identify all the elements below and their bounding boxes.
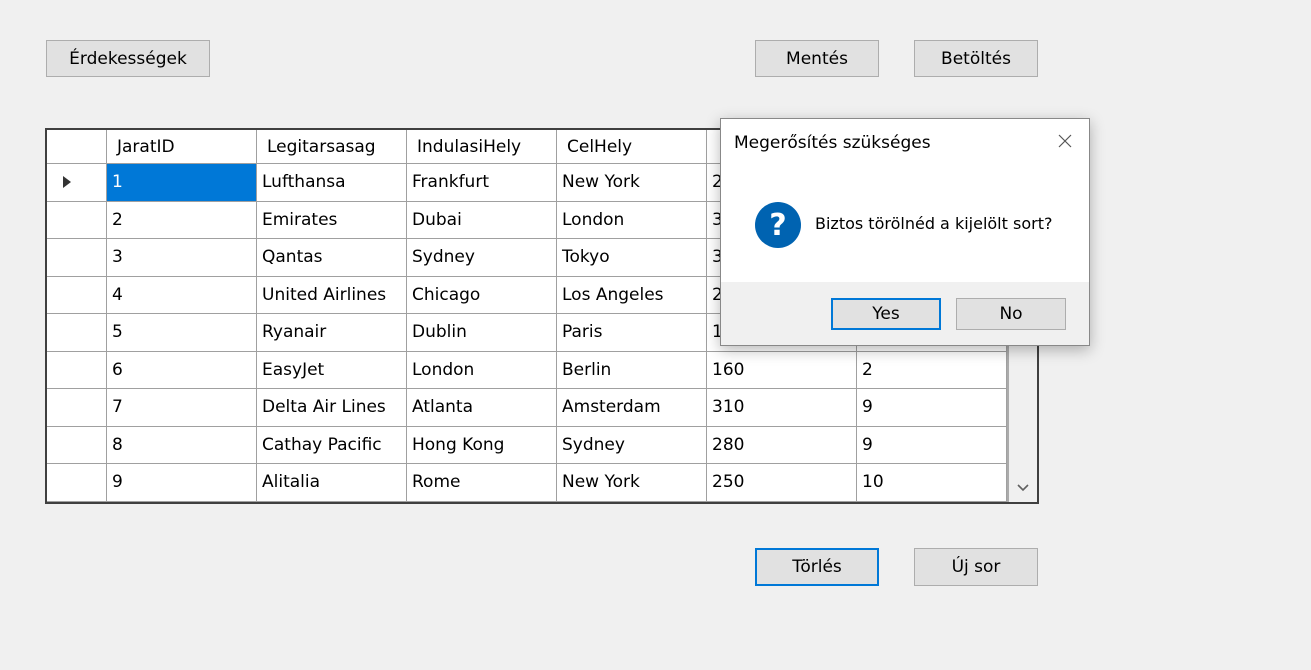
confirm-dialog: Megerősítés szükséges ? Biztos törölnéd … bbox=[720, 118, 1090, 346]
dialog-title: Megerősítés szükséges bbox=[734, 133, 931, 153]
grid-cell[interactable]: 7 bbox=[107, 389, 257, 427]
grid-cell[interactable]: Los Angeles bbox=[557, 276, 707, 314]
grid-cell[interactable]: Paris bbox=[557, 314, 707, 352]
grid-cell[interactable]: United Airlines bbox=[257, 276, 407, 314]
row-header[interactable] bbox=[47, 389, 107, 427]
grid-cell[interactable]: London bbox=[407, 351, 557, 389]
grid-cell[interactable]: Frankfurt bbox=[407, 164, 557, 202]
no-button[interactable]: No bbox=[956, 298, 1066, 330]
grid-cell[interactable]: 6 bbox=[107, 351, 257, 389]
grid-cell[interactable]: 160 bbox=[707, 351, 857, 389]
grid-cell[interactable]: Sydney bbox=[557, 426, 707, 464]
grid-cell[interactable]: Berlin bbox=[557, 351, 707, 389]
question-icon: ? bbox=[755, 202, 801, 248]
row-header[interactable] bbox=[47, 201, 107, 239]
column-header-legitarsasag[interactable]: Legitarsasag bbox=[257, 130, 407, 164]
table-row[interactable]: 9 Alitalia Rome New York 250 10 bbox=[47, 464, 1009, 502]
table-row[interactable]: 8 Cathay Pacific Hong Kong Sydney 280 9 bbox=[47, 426, 1009, 464]
row-header[interactable] bbox=[47, 239, 107, 277]
grid-cell[interactable]: Qantas bbox=[257, 239, 407, 277]
yes-button[interactable]: Yes bbox=[831, 298, 941, 330]
delete-button[interactable]: Törlés bbox=[755, 548, 879, 586]
grid-cell[interactable]: 9 bbox=[857, 389, 1007, 427]
row-header[interactable] bbox=[47, 314, 107, 352]
grid-cell[interactable]: 2 bbox=[107, 201, 257, 239]
row-header[interactable] bbox=[47, 276, 107, 314]
grid-cell[interactable]: Emirates bbox=[257, 201, 407, 239]
row-header[interactable] bbox=[47, 164, 107, 202]
grid-cell[interactable]: Lufthansa bbox=[257, 164, 407, 202]
grid-cell[interactable]: Amsterdam bbox=[557, 389, 707, 427]
grid-cell[interactable]: 250 bbox=[707, 464, 857, 502]
column-header-celhely[interactable]: CelHely bbox=[557, 130, 707, 164]
load-button[interactable]: Betöltés bbox=[914, 40, 1038, 77]
dialog-footer: Yes No bbox=[721, 282, 1089, 345]
grid-cell[interactable]: Ryanair bbox=[257, 314, 407, 352]
grid-cell[interactable]: Alitalia bbox=[257, 464, 407, 502]
grid-cell[interactable]: Dubai bbox=[407, 201, 557, 239]
grid-cell[interactable]: New York bbox=[557, 164, 707, 202]
grid-cell[interactable]: 4 bbox=[107, 276, 257, 314]
grid-cell[interactable]: 3 bbox=[107, 239, 257, 277]
grid-cell[interactable]: 1 bbox=[107, 164, 257, 202]
new-row-button[interactable]: Új sor bbox=[914, 548, 1038, 586]
table-row[interactable]: 6 EasyJet London Berlin 160 2 bbox=[47, 351, 1009, 389]
grid-cell[interactable]: 280 bbox=[707, 426, 857, 464]
table-row[interactable]: 7 Delta Air Lines Atlanta Amsterdam 310 9 bbox=[47, 389, 1009, 427]
grid-cell[interactable]: Atlanta bbox=[407, 389, 557, 427]
grid-corner-header[interactable] bbox=[47, 130, 107, 164]
grid-cell[interactable]: London bbox=[557, 201, 707, 239]
grid-cell[interactable]: Chicago bbox=[407, 276, 557, 314]
grid-cell[interactable]: 310 bbox=[707, 389, 857, 427]
grid-cell[interactable]: Sydney bbox=[407, 239, 557, 277]
column-header-indulasihely[interactable]: IndulasiHely bbox=[407, 130, 557, 164]
grid-cell[interactable]: 8 bbox=[107, 426, 257, 464]
grid-cell[interactable]: New York bbox=[557, 464, 707, 502]
grid-cell[interactable]: Cathay Pacific bbox=[257, 426, 407, 464]
grid-cell[interactable]: Tokyo bbox=[557, 239, 707, 277]
grid-cell[interactable]: Dublin bbox=[407, 314, 557, 352]
grid-cell[interactable]: 9 bbox=[107, 464, 257, 502]
grid-cell[interactable]: Rome bbox=[407, 464, 557, 502]
row-header[interactable] bbox=[47, 426, 107, 464]
grid-cell[interactable]: 9 bbox=[857, 426, 1007, 464]
close-icon[interactable] bbox=[1053, 129, 1077, 153]
column-header-jaratid[interactable]: JaratID bbox=[107, 130, 257, 164]
row-header[interactable] bbox=[47, 464, 107, 502]
interests-button[interactable]: Érdekességek bbox=[46, 40, 210, 77]
dialog-message: Biztos törölnéd a kijelölt sort? bbox=[815, 214, 1053, 233]
row-header[interactable] bbox=[47, 351, 107, 389]
grid-cell[interactable]: 10 bbox=[857, 464, 1007, 502]
current-row-arrow-icon bbox=[62, 176, 71, 189]
grid-cell[interactable]: Hong Kong bbox=[407, 426, 557, 464]
chevron-down-icon[interactable] bbox=[1009, 474, 1037, 502]
grid-cell[interactable]: EasyJet bbox=[257, 351, 407, 389]
grid-cell[interactable]: 2 bbox=[857, 351, 1007, 389]
grid-cell[interactable]: Delta Air Lines bbox=[257, 389, 407, 427]
grid-cell[interactable]: 5 bbox=[107, 314, 257, 352]
save-button[interactable]: Mentés bbox=[755, 40, 879, 77]
